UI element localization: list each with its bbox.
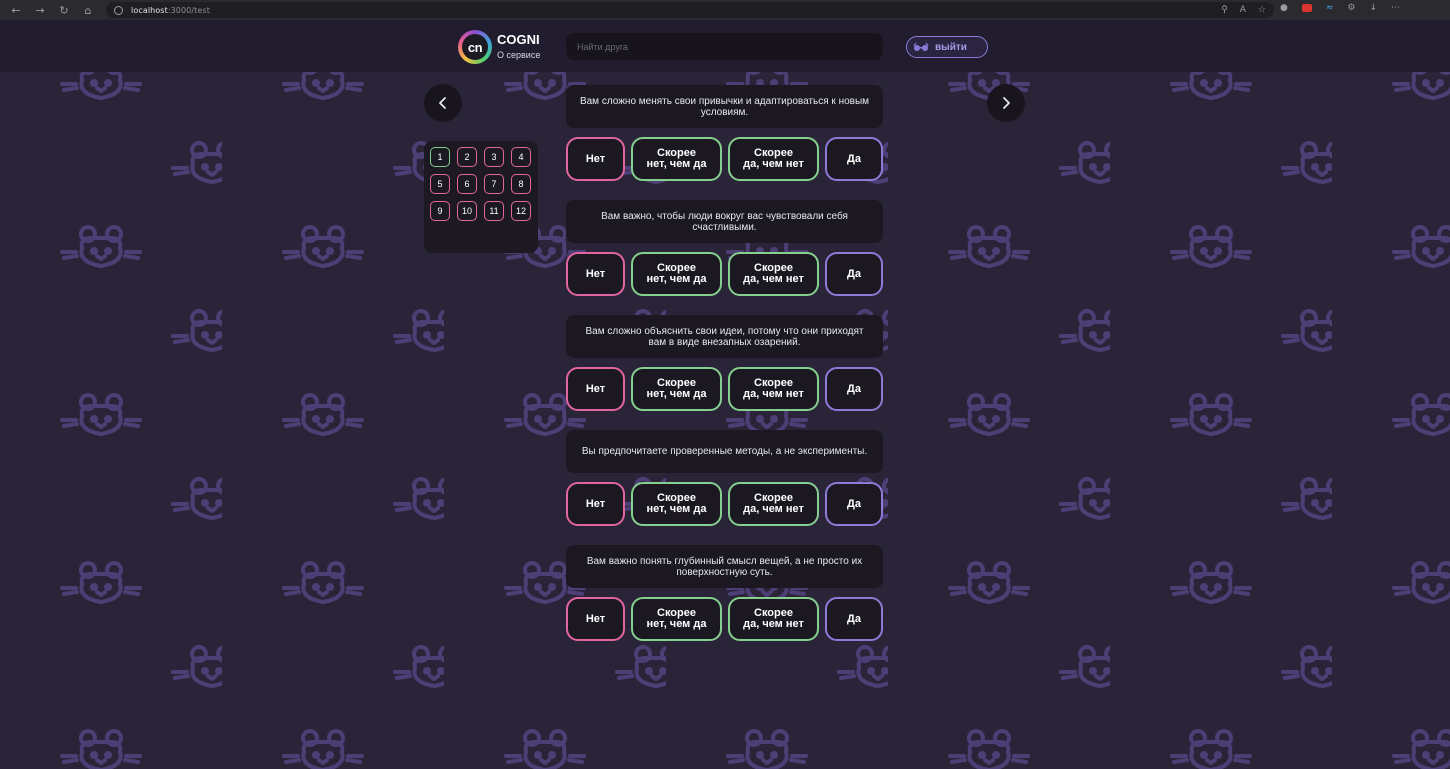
answer-yes-button[interactable]: Да [825, 367, 883, 411]
question-text: Вам важно понять глубинный смысл вещей, … [566, 545, 883, 588]
extension-wave-icon[interactable]: ≈ [1326, 3, 1334, 13]
answer-no-button[interactable]: Нет [566, 482, 625, 526]
question-text: Вам сложно объяснить свои идеи, потому ч… [566, 315, 883, 358]
key-icon[interactable]: ⚲ [1221, 5, 1228, 15]
chevron-right-icon [1003, 97, 1010, 109]
question-nav-7[interactable]: 7 [484, 174, 504, 194]
address-bar[interactable]: localhost:3000/test ⚲ A ☆ [106, 2, 1274, 18]
browser-toolbar: ← → ↻ ⌂ localhost:3000/test ⚲ A ☆ ● ≈ ⚙ … [0, 0, 1450, 20]
question-nav-2[interactable]: 2 [457, 147, 477, 167]
answer-label: Нет [585, 612, 606, 625]
question-navigator: 1 2 3 4 5 6 7 8 9 10 11 12 [424, 141, 538, 253]
answer-rather-no-button[interactable]: Скорее нет, чем да [631, 597, 722, 641]
cogni-logo[interactable]: cn [458, 30, 492, 64]
about-link[interactable]: О сервисе [497, 50, 540, 60]
reload-icon[interactable]: ↻ [56, 2, 72, 18]
logo-text: cn [462, 34, 488, 60]
answer-label: Скорее да, чем нет [743, 607, 804, 630]
answer-rather-no-button[interactable]: Скорее нет, чем да [631, 482, 722, 526]
question-nav-5[interactable]: 5 [430, 174, 450, 194]
answer-no-button[interactable]: Нет [566, 252, 625, 296]
brand-name[interactable]: COGNI [497, 32, 540, 47]
cat-pattern-background [0, 20, 1450, 769]
answer-label: Да [847, 612, 861, 625]
answer-rather-yes-button[interactable]: Скорее да, чем нет [728, 597, 819, 641]
forward-icon[interactable]: → [32, 2, 48, 18]
question-nav-11[interactable]: 11 [484, 201, 504, 221]
question-nav-8[interactable]: 8 [511, 174, 531, 194]
answer-rather-yes-button[interactable]: Скорее да, чем нет [728, 482, 819, 526]
glasses-icon [913, 41, 929, 53]
answer-no-button[interactable]: Нет [566, 137, 625, 181]
answer-label: Да [847, 382, 861, 395]
answer-label: Да [847, 267, 861, 280]
answer-yes-button[interactable]: Да [825, 137, 883, 181]
site-info-icon[interactable] [114, 5, 123, 15]
answer-rather-yes-button[interactable]: Скорее да, чем нет [728, 252, 819, 296]
prev-page-button[interactable] [424, 84, 462, 122]
answer-rather-no-button[interactable]: Скорее нет, чем да [631, 137, 722, 181]
question-nav-1[interactable]: 1 [430, 147, 450, 167]
question-nav-9[interactable]: 9 [430, 201, 450, 221]
answer-no-button[interactable]: Нет [566, 597, 625, 641]
answer-label: Нет [585, 152, 606, 165]
menu-dots-icon[interactable]: ⋯ [1391, 3, 1400, 13]
question-nav-4[interactable]: 4 [511, 147, 531, 167]
next-page-button[interactable] [987, 84, 1025, 122]
answer-label: Нет [585, 497, 606, 510]
question-nav-12[interactable]: 12 [511, 201, 531, 221]
answer-rather-no-button[interactable]: Скорее нет, чем да [631, 367, 722, 411]
home-icon[interactable]: ⌂ [80, 2, 96, 18]
logout-label: выйти [935, 41, 967, 53]
answer-label: Да [847, 497, 861, 510]
answer-label: Скорее да, чем нет [743, 262, 804, 285]
answer-label: Скорее нет, чем да [646, 262, 707, 285]
answer-label: Скорее нет, чем да [646, 492, 707, 515]
answer-no-button[interactable]: Нет [566, 367, 625, 411]
answer-yes-button[interactable]: Да [825, 482, 883, 526]
question-text: Вам важно, чтобы люди вокруг вас чувство… [566, 200, 883, 243]
answer-label: Скорее да, чем нет [743, 492, 804, 515]
url-text: localhost:3000/test [131, 5, 210, 15]
answer-rather-yes-button[interactable]: Скорее да, чем нет [728, 137, 819, 181]
answer-label: Скорее нет, чем да [646, 607, 707, 630]
answer-label: Скорее нет, чем да [646, 377, 707, 400]
answer-label: Скорее да, чем нет [743, 147, 804, 170]
back-icon[interactable]: ← [8, 2, 24, 18]
favorite-star-icon[interactable]: ☆ [1258, 5, 1266, 15]
answer-rather-no-button[interactable]: Скорее нет, чем да [631, 252, 722, 296]
answer-label: Нет [585, 382, 606, 395]
question-nav-10[interactable]: 10 [457, 201, 477, 221]
logout-button[interactable]: выйти [906, 36, 988, 58]
answer-label: Скорее нет, чем да [646, 147, 707, 170]
read-aloud-icon[interactable]: A [1240, 5, 1246, 15]
question-nav-3[interactable]: 3 [484, 147, 504, 167]
answer-yes-button[interactable]: Да [825, 597, 883, 641]
chevron-left-icon [439, 97, 446, 109]
friend-search-input[interactable] [566, 33, 883, 60]
extension-abp-icon[interactable] [1301, 4, 1312, 12]
answer-label: Нет [585, 267, 606, 280]
extensions-puzzle-icon[interactable]: ⚙ [1347, 3, 1355, 13]
answer-label: Скорее да, чем нет [743, 377, 804, 400]
site-header: cn COGNI О сервисе выйти [0, 20, 1450, 72]
downloads-icon[interactable]: ↓ [1369, 3, 1377, 13]
test-page: cn COGNI О сервисе выйти 1 2 3 4 5 6 7 8… [0, 20, 1450, 769]
answer-rather-yes-button[interactable]: Скорее да, чем нет [728, 367, 819, 411]
question-text: Вам сложно менять свои привычки и адапти… [566, 85, 883, 128]
answer-yes-button[interactable]: Да [825, 252, 883, 296]
answer-label: Да [847, 152, 861, 165]
extension-globe-icon[interactable]: ● [1280, 3, 1288, 13]
question-nav-6[interactable]: 6 [457, 174, 477, 194]
question-text: Вы предпочитаете проверенные методы, а н… [566, 430, 883, 473]
